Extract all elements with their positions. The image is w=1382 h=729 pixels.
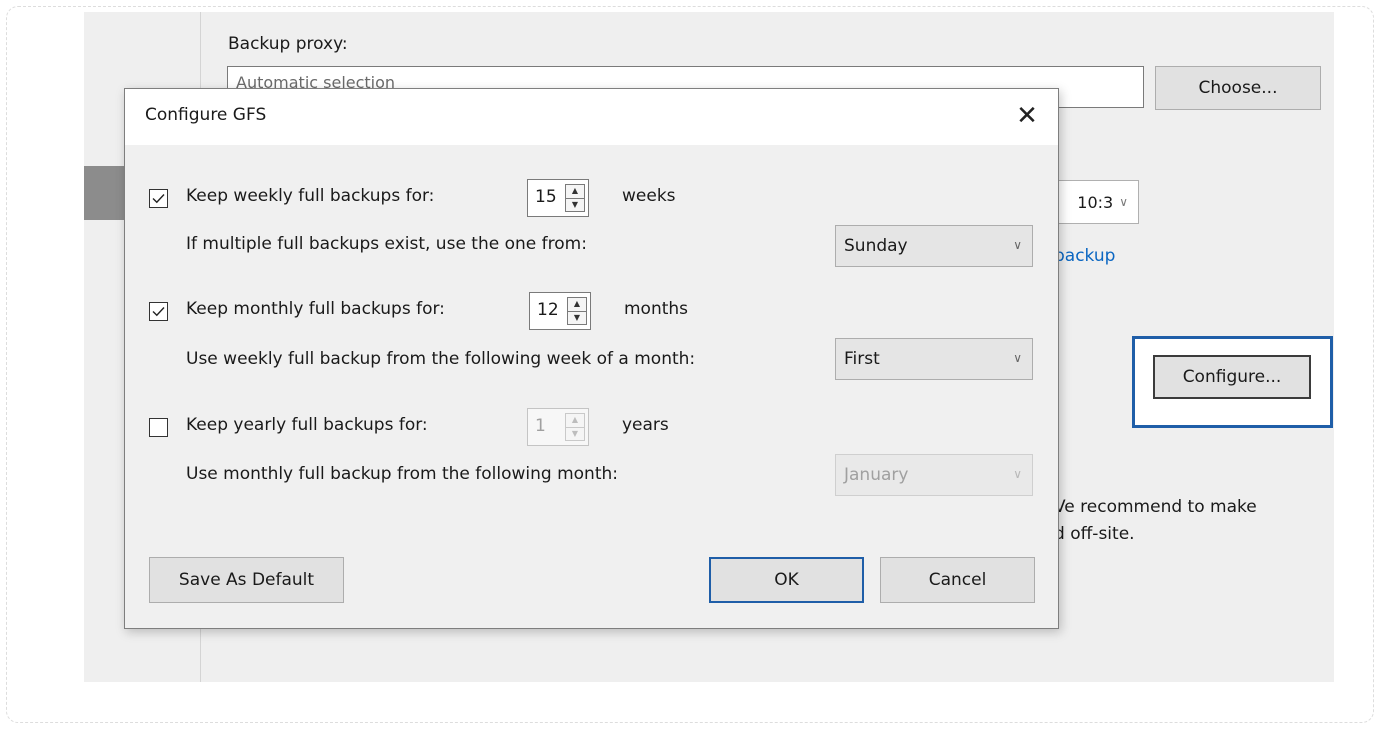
- monthly-count-value: 12: [537, 300, 559, 320]
- configure-gfs-dialog: Configure GFS ✕ Keep weekly full backups…: [124, 88, 1059, 629]
- chevron-down-icon: ∨: [1013, 467, 1022, 481]
- backup-link[interactable]: backup: [1054, 246, 1115, 266]
- monthly-source-label: Use weekly full backup from the followin…: [186, 349, 696, 369]
- recommendation-line-2: d off-site.: [1054, 524, 1135, 544]
- chevron-down-icon: ∨: [1013, 351, 1022, 365]
- monthly-checkbox[interactable]: [149, 302, 168, 321]
- recommendation-line-1: Ve recommend to make: [1054, 497, 1257, 517]
- stepper-down-icon[interactable]: ▼: [566, 199, 584, 212]
- stepper-down-icon[interactable]: ▼: [568, 312, 586, 325]
- weekly-checkbox[interactable]: [149, 189, 168, 208]
- monthly-week-value: First: [844, 349, 880, 369]
- stepper-up-icon[interactable]: ▲: [566, 185, 584, 199]
- yearly-unit-label: years: [622, 415, 669, 435]
- close-button[interactable]: ✕: [996, 89, 1058, 143]
- checkmark-icon: [152, 307, 165, 317]
- weekly-count-value: 15: [535, 187, 557, 207]
- monthly-label: Keep monthly full backups for:: [186, 299, 445, 319]
- stepper-down-icon[interactable]: ▼: [566, 428, 584, 441]
- checkmark-icon: [152, 194, 165, 204]
- yearly-checkbox[interactable]: [149, 418, 168, 437]
- yearly-count-stepper[interactable]: 1 ▲ ▼: [527, 408, 589, 446]
- monthly-stepper-arrows[interactable]: ▲ ▼: [567, 297, 587, 325]
- stepper-up-icon[interactable]: ▲: [568, 298, 586, 312]
- cancel-button[interactable]: Cancel: [880, 557, 1035, 603]
- weekly-unit-label: weeks: [622, 186, 676, 206]
- yearly-stepper-arrows[interactable]: ▲ ▼: [565, 413, 585, 441]
- dialog-title: Configure GFS: [145, 105, 267, 125]
- yearly-month-value: January: [844, 465, 909, 485]
- dialog-titlebar: Configure GFS ✕: [125, 89, 1058, 145]
- ok-button[interactable]: OK: [709, 557, 864, 603]
- monthly-unit-label: months: [624, 299, 689, 319]
- weekly-day-select[interactable]: Sunday ∨: [835, 225, 1033, 267]
- weekly-stepper-arrows[interactable]: ▲ ▼: [565, 184, 585, 212]
- save-as-default-button[interactable]: Save As Default: [149, 557, 344, 603]
- weekly-source-label: If multiple full backups exist, use the …: [186, 234, 587, 254]
- weekly-count-stepper[interactable]: 15 ▲ ▼: [527, 179, 589, 217]
- stepper-up-icon[interactable]: ▲: [566, 414, 584, 428]
- yearly-month-select[interactable]: January ∨: [835, 454, 1033, 496]
- schedule-time-value: 10:3: [1077, 192, 1114, 212]
- backup-proxy-label: Backup proxy:: [228, 34, 348, 54]
- yearly-source-label: Use monthly full backup from the followi…: [186, 464, 618, 484]
- monthly-count-stepper[interactable]: 12 ▲ ▼: [529, 292, 591, 330]
- recommendation-text: Ve recommend to make d off-site.: [1054, 494, 1257, 548]
- weekly-label: Keep weekly full backups for:: [186, 186, 435, 206]
- yearly-label: Keep yearly full backups for:: [186, 415, 428, 435]
- chevron-down-icon: ∨: [1013, 238, 1022, 252]
- monthly-week-select[interactable]: First ∨: [835, 338, 1033, 380]
- choose-proxy-button[interactable]: Choose...: [1155, 66, 1321, 110]
- close-icon: ✕: [1016, 101, 1038, 131]
- yearly-count-value: 1: [535, 416, 546, 436]
- chevron-down-icon: ∨: [1119, 195, 1128, 209]
- dialog-content: Keep weekly full backups for: 15 ▲ ▼ wee…: [125, 145, 1058, 630]
- weekly-day-value: Sunday: [844, 236, 908, 256]
- configure-button[interactable]: Configure...: [1153, 355, 1311, 399]
- steps-panel-selected-item[interactable]: [84, 166, 124, 220]
